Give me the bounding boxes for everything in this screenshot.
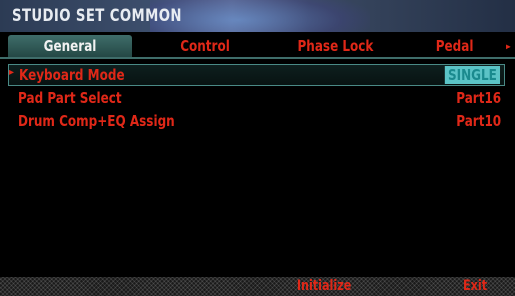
param-label: Drum Comp+EQ Assign: [18, 112, 175, 130]
function-button-bar: Initialize Exit: [0, 277, 515, 296]
tab-control[interactable]: Control: [150, 35, 260, 57]
selection-caret-icon: ▸: [9, 67, 15, 78]
param-value[interactable]: Part10: [456, 112, 501, 130]
title-bar: STUDIO SET COMMON: [0, 0, 515, 32]
param-row-keyboard-mode[interactable]: ▸ Keyboard Mode SINGLE: [8, 64, 505, 86]
param-row-pad-part-select[interactable]: Pad Part Select Part16: [8, 88, 505, 110]
exit-button[interactable]: Exit: [460, 277, 490, 296]
tab-general[interactable]: General: [8, 35, 132, 57]
tab-underline: [0, 57, 515, 59]
tab-more-arrow-icon[interactable]: ▸: [505, 39, 512, 53]
param-row-drum-comp-eq-assign[interactable]: Drum Comp+EQ Assign Part10: [8, 111, 505, 133]
tab-phase-lock[interactable]: Phase Lock: [270, 35, 400, 57]
param-value[interactable]: Part16: [456, 89, 501, 107]
param-label: Keyboard Mode: [19, 66, 125, 84]
tab-bar: General Control Phase Lock Pedal ▸: [0, 33, 515, 59]
screen-title: STUDIO SET COMMON: [12, 6, 182, 26]
param-label: Pad Part Select: [18, 89, 122, 107]
param-value[interactable]: SINGLE: [444, 66, 500, 84]
studio-set-common-screen: STUDIO SET COMMON General Control Phase …: [0, 0, 515, 296]
tab-pedal[interactable]: Pedal: [410, 35, 500, 57]
initialize-button[interactable]: Initialize: [290, 277, 358, 296]
